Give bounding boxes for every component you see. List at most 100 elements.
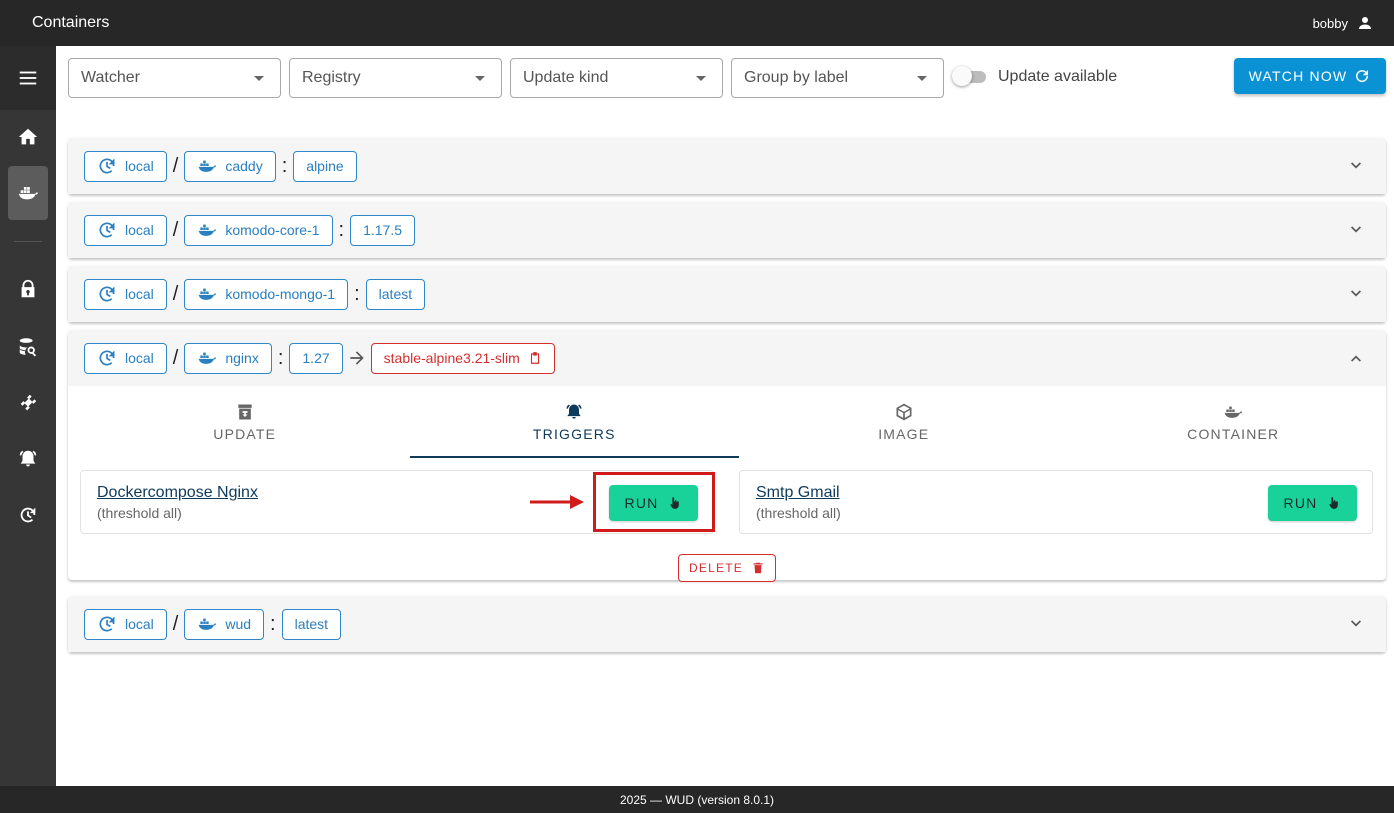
update-icon bbox=[99, 222, 115, 238]
watcher-select[interactable]: Watcher bbox=[68, 58, 281, 98]
container-name-chip: wud bbox=[184, 608, 265, 640]
update-icon bbox=[99, 350, 115, 366]
docker-icon bbox=[18, 187, 39, 200]
docker-icon bbox=[199, 352, 217, 364]
sidebar-item-home[interactable] bbox=[8, 110, 48, 164]
menu-toggle-button[interactable] bbox=[0, 46, 56, 110]
user-menu[interactable]: bobby bbox=[1313, 14, 1374, 32]
sidebar-item-registries[interactable] bbox=[8, 320, 48, 374]
registry-select[interactable]: Registry bbox=[289, 58, 502, 98]
new-tag-chip[interactable]: stable-alpine3.21-slim bbox=[370, 342, 555, 374]
tab-container[interactable]: CONTAINER bbox=[1069, 386, 1394, 458]
trigger-threshold: (threshold all) bbox=[756, 505, 841, 521]
watcher-chip: local bbox=[84, 150, 167, 182]
tab-update[interactable]: UPDATE bbox=[80, 386, 410, 458]
chevron-down-icon[interactable] bbox=[1346, 614, 1366, 634]
trigger-card-smtp-gmail: Smtp Gmail (threshold all) RUN bbox=[739, 470, 1373, 534]
sidebar-item-triggers[interactable] bbox=[8, 432, 48, 486]
account-icon bbox=[1359, 17, 1371, 29]
panel-header[interactable]: local / wud : latest bbox=[68, 596, 1386, 652]
docker-icon bbox=[199, 288, 217, 300]
update-available-label: Update available bbox=[998, 68, 1118, 85]
container-name-chip: komodo-core-1 bbox=[184, 214, 333, 246]
tag-chip: alpine bbox=[293, 150, 357, 182]
chevron-up-icon[interactable] bbox=[1346, 348, 1366, 368]
trigger-threshold: (threshold all) bbox=[97, 505, 182, 521]
caret-down-icon bbox=[475, 75, 485, 81]
container-name-chip: nginx bbox=[184, 342, 272, 374]
watcher-chip: local bbox=[84, 608, 167, 640]
docker-icon bbox=[1224, 406, 1243, 418]
docker-icon bbox=[199, 224, 217, 236]
chevron-down-icon[interactable] bbox=[1346, 220, 1366, 240]
sidebar-divider bbox=[14, 241, 42, 242]
docker-icon bbox=[199, 160, 217, 172]
watcher-chip: local bbox=[84, 214, 167, 246]
container-panel-komodo-core-1: local / komodo-core-1 : 1.17.5 bbox=[68, 202, 1386, 258]
bell-icon bbox=[566, 404, 582, 419]
arrow-right-icon bbox=[349, 351, 364, 365]
panel-header[interactable]: local / caddy : alpine bbox=[68, 138, 1386, 194]
update-available-switch[interactable] bbox=[952, 66, 986, 88]
cube-icon bbox=[896, 403, 912, 421]
update-kind-select[interactable]: Update kind bbox=[510, 58, 723, 98]
run-trigger-button[interactable]: RUN bbox=[1268, 485, 1357, 521]
tab-triggers[interactable]: TRIGGERS bbox=[409, 386, 740, 458]
panel-header[interactable]: local / nginx : 1.27 stable-alpine3.21-s… bbox=[68, 330, 1386, 386]
container-name-chip: komodo-mongo-1 bbox=[184, 278, 349, 310]
container-name-chip: caddy bbox=[184, 150, 276, 182]
tag-chip: latest bbox=[281, 608, 342, 640]
panel-header[interactable]: local / komodo-core-1 : 1.17.5 bbox=[68, 202, 1386, 258]
tag-chip: 1.17.5 bbox=[350, 214, 416, 246]
sidebar-item-history[interactable] bbox=[8, 488, 48, 542]
watcher-chip: local bbox=[84, 342, 167, 374]
arrow-right-icon bbox=[530, 495, 584, 509]
caret-down-icon bbox=[917, 75, 927, 81]
update-icon bbox=[99, 616, 115, 632]
sidebar-item-authentications[interactable] bbox=[8, 262, 48, 316]
trigger-name-link[interactable]: Dockercompose Nginx bbox=[97, 484, 258, 502]
tag-chip: 1.27 bbox=[289, 342, 343, 374]
database-search-icon bbox=[19, 338, 37, 357]
tab-bar: UPDATE TRIGGERS IMAGE CONTAINER bbox=[80, 386, 1394, 458]
home-icon bbox=[18, 128, 38, 145]
update-icon bbox=[99, 158, 115, 174]
chevron-down-icon[interactable] bbox=[1346, 156, 1366, 176]
group-by-label-select[interactable]: Group by label bbox=[731, 58, 944, 98]
hand-pointer-icon bbox=[1329, 497, 1339, 509]
clipboard-icon bbox=[530, 352, 539, 364]
watch-now-button[interactable]: WATCH NOW bbox=[1234, 58, 1386, 94]
bell-icon bbox=[19, 450, 37, 467]
user-name: bobby bbox=[1312, 15, 1348, 31]
connection-icon bbox=[20, 394, 37, 411]
delete-button[interactable]: DELETE bbox=[678, 554, 776, 582]
container-panel-komodo-mongo-1: local / komodo-mongo-1 : latest bbox=[68, 266, 1386, 322]
trash-icon bbox=[753, 562, 763, 574]
watcher-chip: local bbox=[84, 278, 167, 310]
caret-down-icon bbox=[254, 75, 264, 81]
caret-down-icon bbox=[696, 75, 706, 81]
refresh-icon bbox=[1356, 70, 1369, 83]
container-panel-nginx: local / nginx : 1.27 stable-alpine3.21-s… bbox=[68, 330, 1386, 582]
sidebar bbox=[0, 46, 56, 786]
panel-body: UPDATE TRIGGERS IMAGE CONTAINER Dockerco… bbox=[68, 386, 1386, 582]
trigger-name-link[interactable]: Smtp Gmail bbox=[756, 484, 840, 502]
footer: 2025 — WUD (version 8.0.1) bbox=[0, 786, 1394, 813]
container-panel-caddy: local / caddy : alpine bbox=[68, 138, 1386, 194]
panel-header[interactable]: local / komodo-mongo-1 : latest bbox=[68, 266, 1386, 322]
page-title: Containers bbox=[32, 14, 110, 31]
update-icon bbox=[20, 507, 36, 523]
sidebar-item-watchers[interactable] bbox=[8, 376, 48, 430]
chevron-down-icon[interactable] bbox=[1346, 284, 1366, 304]
update-icon bbox=[99, 286, 115, 302]
menu-icon bbox=[19, 71, 37, 85]
highlight-box bbox=[593, 472, 715, 532]
container-panel-wud: local / wud : latest bbox=[68, 596, 1386, 652]
lock-icon bbox=[21, 279, 35, 298]
sidebar-item-containers[interactable] bbox=[8, 166, 48, 220]
archive-icon bbox=[238, 404, 252, 420]
docker-icon bbox=[199, 618, 217, 630]
app-bar: Containers bobby bbox=[0, 0, 1394, 46]
tag-chip: latest bbox=[365, 278, 426, 310]
tab-image[interactable]: IMAGE bbox=[739, 386, 1069, 458]
